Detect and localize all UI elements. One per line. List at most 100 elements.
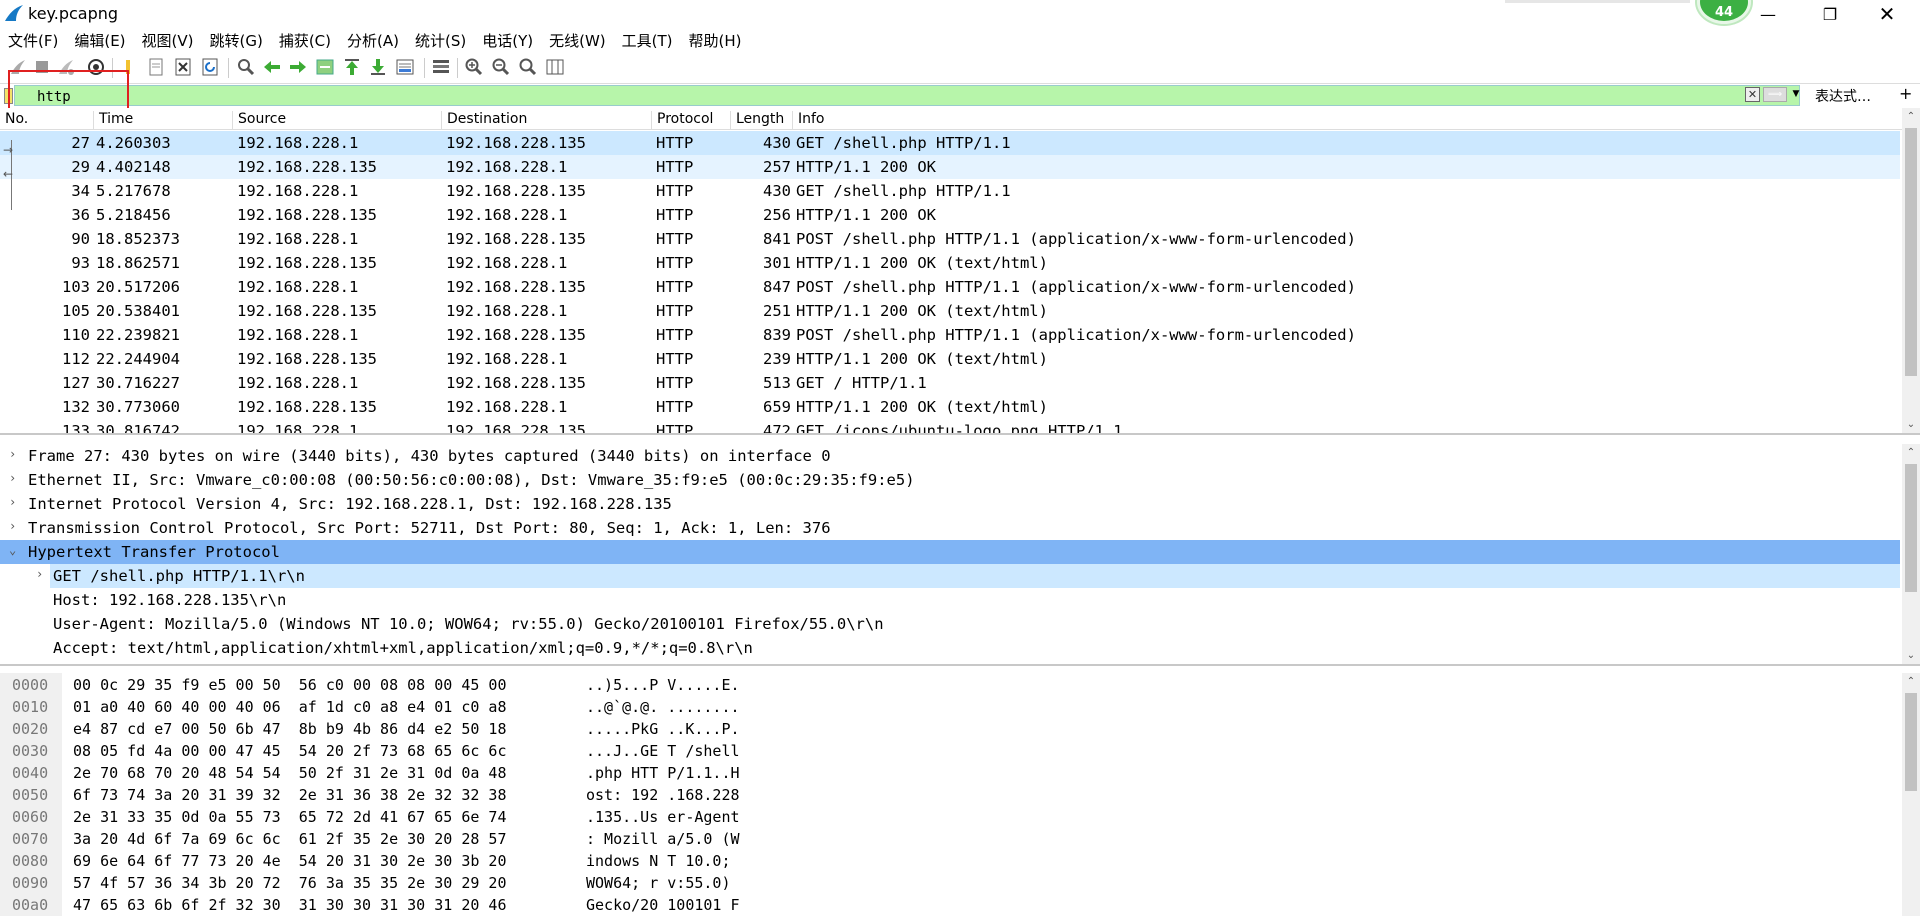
menu-view[interactable]: 视图(V) bbox=[134, 28, 202, 52]
scroll-thumb[interactable] bbox=[1905, 464, 1917, 592]
ascii-bytes[interactable]: indows N T 10.0; bbox=[586, 852, 740, 870]
menu-telephony[interactable]: 电话(Y) bbox=[474, 28, 541, 52]
ascii-bytes[interactable]: ..@`@.@. ........ bbox=[586, 698, 740, 716]
ascii-bytes[interactable]: WOW64; r v:55.0) bbox=[586, 874, 740, 892]
resize-columns-icon[interactable] bbox=[545, 57, 565, 77]
ascii-bytes[interactable]: : Mozill a/5.0 (W bbox=[586, 830, 740, 848]
menu-capture[interactable]: 捕获(C) bbox=[271, 28, 339, 52]
detail-row[interactable]: › Transmission Control Protocol, Src Port… bbox=[0, 516, 1900, 540]
minimize-button[interactable]: — bbox=[1745, 0, 1791, 28]
colorize-icon[interactable] bbox=[431, 57, 451, 77]
hex-bytes[interactable]: 47 65 63 6b 6f 2f 32 30 31 30 30 31 30 3… bbox=[73, 896, 506, 914]
hex-bytes[interactable]: 57 4f 57 36 34 3b 20 72 76 3a 35 35 2e 3… bbox=[73, 874, 506, 892]
hex-bytes[interactable]: 2e 31 33 35 0d 0a 55 73 65 72 2d 41 67 6… bbox=[73, 808, 506, 826]
ascii-bytes[interactable]: ..)5...P V.....E. bbox=[586, 676, 740, 694]
zoom-out-icon[interactable] bbox=[491, 57, 511, 77]
table-row[interactable]: 29 4.402148 192.168.228.135 192.168.228.1 HT… bbox=[0, 155, 1900, 179]
reload-icon[interactable] bbox=[200, 57, 220, 77]
table-row[interactable]: 90 18.852373 192.168.228.1 192.168.228.135 H… bbox=[0, 227, 1900, 251]
close-button[interactable]: ✕ bbox=[1864, 0, 1910, 28]
column-header-no[interactable]: No. bbox=[0, 111, 95, 129]
table-row[interactable]: 133 30.816742 192.168.228.1 192.168.228.135… bbox=[0, 419, 1900, 433]
column-header-destination[interactable]: Destination bbox=[441, 111, 652, 129]
notification-badge[interactable]: 44 bbox=[1697, 0, 1751, 24]
table-row[interactable]: 132 30.773060 192.168.228.135 192.168.228.1… bbox=[0, 395, 1900, 419]
column-header-protocol[interactable]: Protocol bbox=[651, 111, 734, 129]
find-packet-icon[interactable] bbox=[236, 57, 256, 77]
hex-bytes[interactable]: 6f 73 74 3a 20 31 39 32 2e 31 36 38 2e 3… bbox=[73, 786, 506, 804]
filter-history-dropdown-icon[interactable]: ▼ bbox=[1789, 87, 1803, 102]
table-row[interactable]: 93 18.862571 192.168.228.135 192.168.228.1 H… bbox=[0, 251, 1900, 275]
table-row[interactable]: 110 22.239821 192.168.228.1 192.168.228.135… bbox=[0, 323, 1900, 347]
bytes-scrollbar[interactable]: ⌃ bbox=[1902, 673, 1920, 916]
expand-chevron-icon[interactable]: › bbox=[9, 447, 16, 461]
scroll-down-icon[interactable]: ⌄ bbox=[1902, 647, 1920, 664]
hex-bytes[interactable]: 2e 70 68 70 20 48 54 54 50 2f 31 2e 31 0… bbox=[73, 764, 506, 782]
scroll-thumb[interactable] bbox=[1905, 693, 1917, 791]
ascii-bytes[interactable]: .php HTT P/1.1..H bbox=[586, 764, 740, 782]
add-filter-button[interactable]: + bbox=[1899, 84, 1912, 103]
scroll-thumb[interactable] bbox=[1905, 128, 1917, 376]
go-to-packet-icon[interactable] bbox=[315, 57, 335, 77]
ascii-bytes[interactable]: ost: 192 .168.228 bbox=[586, 786, 740, 804]
table-row[interactable]: 34 5.217678 192.168.228.1 192.168.228.135 HT… bbox=[0, 179, 1900, 203]
ascii-bytes[interactable]: .....PkG ..K...P. bbox=[586, 720, 740, 738]
table-row[interactable]: 27 4.260303 192.168.228.1 192.168.228.135 HT… bbox=[0, 131, 1900, 155]
collapse-chevron-icon[interactable]: ⌄ bbox=[9, 543, 16, 557]
hex-bytes[interactable]: 69 6e 64 6f 77 73 20 4e 54 20 31 30 2e 3… bbox=[73, 852, 506, 870]
hex-bytes[interactable]: 00 0c 29 35 f9 e5 00 50 56 c0 00 08 08 0… bbox=[73, 676, 506, 694]
table-row[interactable]: 103 20.517206 192.168.228.1 192.168.228.135… bbox=[0, 275, 1900, 299]
hex-bytes[interactable]: 08 05 fd 4a 00 00 47 45 54 20 2f 73 68 6… bbox=[73, 742, 506, 760]
scroll-up-icon[interactable]: ⌃ bbox=[1902, 108, 1920, 125]
column-header-source[interactable]: Source bbox=[232, 111, 442, 129]
hex-bytes[interactable]: 01 a0 40 60 40 00 40 06 af 1d c0 a8 e4 0… bbox=[73, 698, 506, 716]
detail-row[interactable]: › GET /shell.php HTTP/1.1\r\n bbox=[36, 564, 1900, 588]
scroll-up-icon[interactable]: ⌃ bbox=[1902, 673, 1920, 690]
save-file-icon[interactable] bbox=[146, 57, 166, 77]
hex-bytes[interactable]: 3a 20 4d 6f 7a 69 6c 6c 61 2f 35 2e 30 2… bbox=[73, 830, 506, 848]
menu-edit[interactable]: 编辑(E) bbox=[66, 28, 133, 52]
expand-chevron-icon[interactable]: › bbox=[9, 471, 16, 485]
autoscroll-icon[interactable] bbox=[395, 57, 415, 77]
detail-row[interactable]: › Ethernet II, Src: Vmware_c0:00:08 (00:5… bbox=[0, 468, 1900, 492]
column-header-info[interactable]: Info bbox=[792, 111, 1892, 129]
detail-row[interactable]: Host: 192.168.228.135\r\n bbox=[0, 588, 1900, 612]
expression-button[interactable]: 表达式… bbox=[1815, 86, 1871, 106]
expand-chevron-icon[interactable]: › bbox=[9, 519, 16, 533]
go-forward-icon[interactable] bbox=[288, 57, 308, 77]
detail-row[interactable]: User-Agent: Mozilla/5.0 (Windows NT 10.0… bbox=[0, 612, 1900, 636]
menu-file[interactable]: 文件(F) bbox=[0, 28, 66, 52]
detail-row[interactable]: ⌄ Hypertext Transfer Protocol bbox=[0, 540, 1900, 564]
table-row[interactable]: 127 30.716227 192.168.228.1 192.168.228.135… bbox=[0, 371, 1900, 395]
ascii-bytes[interactable]: Gecko/20 100101 F bbox=[586, 896, 740, 914]
detail-row[interactable]: › Frame 27: 430 bytes on wire (3440 bits)… bbox=[0, 444, 1900, 468]
packet-list-scrollbar[interactable]: ⌃ ⌄ bbox=[1902, 108, 1920, 433]
ascii-bytes[interactable]: .135..Us er-Agent bbox=[586, 808, 740, 826]
hex-bytes[interactable]: e4 87 cd e7 00 50 6b 47 8b b9 4b 86 d4 e… bbox=[73, 720, 506, 738]
detail-row[interactable]: Accept: text/html,application/xhtml+xml,… bbox=[0, 636, 1900, 660]
close-file-icon[interactable] bbox=[173, 57, 193, 77]
column-header-time[interactable]: Time bbox=[93, 111, 233, 129]
menu-statistics[interactable]: 统计(S) bbox=[407, 28, 474, 52]
menu-wireless[interactable]: 无线(W) bbox=[541, 28, 614, 52]
expand-chevron-icon[interactable]: › bbox=[36, 567, 43, 581]
column-header-length[interactable]: Length bbox=[730, 111, 796, 129]
zoom-normal-icon[interactable] bbox=[518, 57, 538, 77]
last-packet-icon[interactable] bbox=[368, 57, 388, 77]
menu-help[interactable]: 帮助(H) bbox=[681, 28, 750, 52]
menu-tools[interactable]: 工具(T) bbox=[614, 28, 681, 52]
table-row[interactable]: 36 5.218456 192.168.228.135 192.168.228.1 HT… bbox=[0, 203, 1900, 227]
restore-button[interactable]: ❐ bbox=[1807, 0, 1853, 28]
menu-go[interactable]: 跳转(G) bbox=[202, 28, 271, 52]
scroll-up-icon[interactable]: ⌃ bbox=[1902, 444, 1920, 461]
ascii-bytes[interactable]: ...J..GE T /shell bbox=[586, 742, 740, 760]
display-filter-input[interactable]: http bbox=[14, 85, 1800, 106]
apply-filter-icon[interactable]: ⟹ bbox=[1763, 87, 1787, 102]
table-row[interactable]: 105 20.538401 192.168.228.135 192.168.228.1… bbox=[0, 299, 1900, 323]
go-back-icon[interactable] bbox=[262, 57, 282, 77]
table-row[interactable]: 112 22.244904 192.168.228.135 192.168.228.1… bbox=[0, 347, 1900, 371]
clear-filter-icon[interactable]: ✕ bbox=[1745, 87, 1760, 102]
first-packet-icon[interactable] bbox=[342, 57, 362, 77]
detail-row[interactable]: › Internet Protocol Version 4, Src: 192.1… bbox=[0, 492, 1900, 516]
zoom-in-icon[interactable] bbox=[464, 57, 484, 77]
